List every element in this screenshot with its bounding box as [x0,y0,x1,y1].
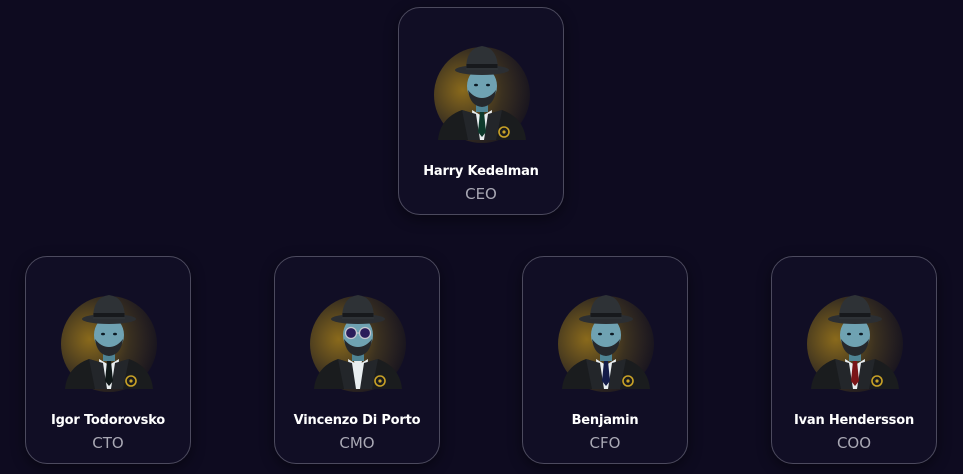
team-card-cmo[interactable]: Vincenzo Di Porto CMO [274,256,440,464]
member-role: CTO [92,434,124,452]
member-role: COO [836,434,872,452]
member-name: Benjamin [571,413,639,428]
cmo-avatar-icon [308,289,408,392]
team-card-ceo[interactable]: Harry Kedelman CEO [398,7,564,215]
member-role: CFO [589,434,621,452]
member-name: Ivan Hendersson [793,413,914,428]
cfo-avatar-icon [556,289,656,392]
member-name: Igor Todorovsko [50,413,166,428]
member-role: CEO [465,185,497,203]
ceo-avatar-icon [432,40,532,143]
team-card-cfo[interactable]: Benjamin CFO [522,256,688,464]
team-card-cto[interactable]: Igor Todorovsko CTO [25,256,191,464]
cto-avatar-icon [59,289,159,392]
coo-avatar-icon [805,289,905,392]
member-role: CMO [339,434,375,452]
team-card-coo[interactable]: Ivan Hendersson COO [771,256,937,464]
member-name: Vincenzo Di Porto [293,413,421,428]
member-name: Harry Kedelman [423,164,539,179]
